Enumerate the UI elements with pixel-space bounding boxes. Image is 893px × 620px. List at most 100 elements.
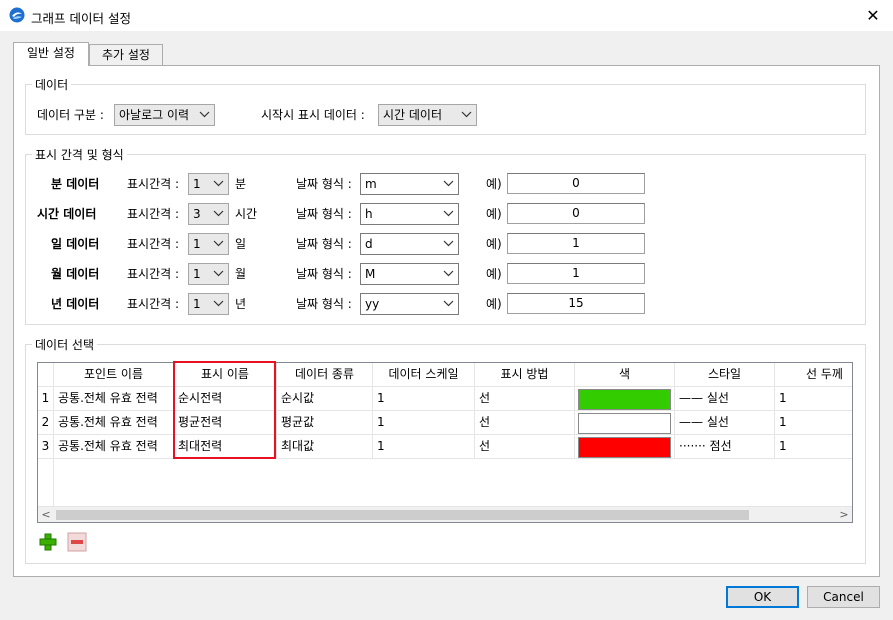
column-header-display-method[interactable]: 표시 방법 — [475, 363, 575, 387]
chevron-down-icon — [213, 300, 224, 307]
row-name: 시간 데이터 — [37, 207, 97, 221]
data-type-value: 아날로그 이력 — [119, 108, 190, 122]
column-header-data-scale[interactable]: 데이터 스케일 — [373, 363, 475, 387]
row-header-filler — [38, 459, 54, 506]
interval-label: 표시간격 : — [127, 237, 180, 251]
column-header-color[interactable]: 색 — [575, 363, 675, 387]
interval-unit: 시간 — [235, 207, 258, 221]
interval-select[interactable]: 1 — [188, 173, 229, 195]
cell-line-width[interactable]: 1 — [775, 387, 852, 411]
scroll-right-icon[interactable]: > — [836, 507, 852, 523]
cell-data-scale[interactable]: 1 — [373, 435, 475, 459]
example-label: 예) — [486, 207, 502, 221]
startup-data-select[interactable]: 시간 데이터 — [378, 104, 477, 126]
line-style-label: 점선 — [709, 439, 732, 453]
scrollbar-thumb[interactable] — [56, 510, 749, 520]
cell-data-scale[interactable]: 1 — [373, 411, 475, 435]
interval-select[interactable]: 1 — [188, 293, 229, 315]
cell-point-name[interactable]: 공통.전체 유효 전력 — [54, 411, 174, 435]
cell-style[interactable]: ······· 점선 — [675, 435, 775, 459]
cell-point-name[interactable]: 공통.전체 유효 전력 — [54, 387, 174, 411]
add-row-plus-icon[interactable] — [38, 532, 58, 552]
cell-display-method[interactable]: 선 — [475, 411, 575, 435]
tab-additional-settings[interactable]: 추가 설정 — [89, 44, 163, 66]
line-style-sample: —— — [679, 415, 703, 429]
color-swatch — [578, 413, 671, 434]
row-number: 2 — [38, 411, 54, 435]
cell-point-name[interactable]: 공통.전체 유효 전력 — [54, 435, 174, 459]
cell-data-kind[interactable]: 최대값 — [277, 435, 373, 459]
cell-style[interactable]: —— 실선 — [675, 387, 775, 411]
interval-select[interactable]: 3 — [188, 203, 229, 225]
cell-line-width[interactable]: 1 — [775, 411, 852, 435]
date-format-value: m — [365, 177, 377, 191]
startup-data-label: 시작시 표시 데이터 : — [261, 108, 365, 122]
cell-display-name[interactable]: 평균전력 — [174, 411, 277, 435]
cell-color[interactable] — [575, 387, 675, 411]
cell-line-width[interactable]: 1 — [775, 435, 852, 459]
cell-style[interactable]: —— 실선 — [675, 411, 775, 435]
interval-select[interactable]: 1 — [188, 263, 229, 285]
row-number: 1 — [38, 387, 54, 411]
row-name: 월 데이터 — [51, 267, 100, 281]
close-button[interactable]: ✕ — [858, 5, 888, 27]
color-swatch — [578, 437, 671, 458]
interval-value: 3 — [193, 207, 201, 221]
app-logo-icon — [9, 7, 25, 23]
interval-label: 표시간격 : — [127, 267, 180, 281]
tab-general-settings[interactable]: 일반 설정 — [13, 42, 89, 66]
cell-display-name[interactable]: 최대전력 — [174, 435, 277, 459]
chevron-down-icon — [213, 240, 224, 247]
cell-color[interactable] — [575, 411, 675, 435]
date-format-select[interactable]: h — [360, 203, 459, 225]
horizontal-scrollbar[interactable]: < > — [38, 506, 852, 522]
date-format-select[interactable]: M — [360, 263, 459, 285]
column-header-data-kind[interactable]: 데이터 종류 — [277, 363, 373, 387]
example-label: 예) — [486, 177, 502, 191]
example-field[interactable]: 15 — [507, 293, 645, 314]
scroll-left-icon[interactable]: < — [38, 507, 54, 523]
interval-select[interactable]: 1 — [188, 233, 229, 255]
column-header-display-name[interactable]: 표시 이름 — [174, 363, 277, 387]
data-type-select[interactable]: 아날로그 이력 — [114, 104, 215, 126]
cell-data-scale[interactable]: 1 — [373, 387, 475, 411]
cell-display-method[interactable]: 선 — [475, 435, 575, 459]
chevron-down-icon — [443, 240, 454, 247]
window-title: 그래프 데이터 설정 — [31, 11, 131, 26]
interval-label: 표시간격 : — [127, 207, 180, 221]
line-style-sample: —— — [679, 391, 703, 405]
cell-display-method[interactable]: 선 — [475, 387, 575, 411]
cell-color[interactable] — [575, 435, 675, 459]
column-header-point-name[interactable]: 포인트 이름 — [54, 363, 174, 387]
data-grid[interactable]: 포인트 이름 표시 이름 데이터 종류 데이터 스케일 표시 방법 색 스타일 … — [37, 362, 853, 523]
remove-row-minus-icon[interactable] — [67, 532, 87, 552]
example-field[interactable]: 1 — [507, 263, 645, 284]
cell-data-kind[interactable]: 순시값 — [277, 387, 373, 411]
row-name: 일 데이터 — [51, 237, 100, 251]
date-format-select[interactable]: m — [360, 173, 459, 195]
column-header-line-width[interactable]: 선 두께 — [775, 363, 852, 387]
interval-value: 1 — [193, 267, 201, 281]
example-field[interactable]: 1 — [507, 233, 645, 254]
chevron-down-icon — [443, 180, 454, 187]
column-header-style[interactable]: 스타일 — [675, 363, 775, 387]
date-format-value: h — [365, 207, 373, 221]
example-field[interactable]: 0 — [507, 203, 645, 224]
cell-data-kind[interactable]: 평균값 — [277, 411, 373, 435]
example-label: 예) — [486, 297, 502, 311]
interval-unit: 월 — [235, 267, 247, 281]
example-field[interactable]: 0 — [507, 173, 645, 194]
date-format-select[interactable]: d — [360, 233, 459, 255]
ok-button[interactable]: OK — [726, 586, 799, 608]
interval-unit: 일 — [235, 237, 247, 251]
line-style-label: 실선 — [706, 415, 729, 429]
date-format-select[interactable]: yy — [360, 293, 459, 315]
data-select-group-title: 데이터 선택 — [32, 336, 98, 353]
cancel-button[interactable]: Cancel — [807, 586, 880, 608]
cell-display-name[interactable]: 순시전력 — [174, 387, 277, 411]
date-format-label: 날짜 형식 : — [296, 207, 352, 221]
date-format-value: yy — [365, 297, 380, 311]
date-format-label: 날짜 형식 : — [296, 177, 352, 191]
example-label: 예) — [486, 237, 502, 251]
chevron-down-icon — [443, 210, 454, 217]
